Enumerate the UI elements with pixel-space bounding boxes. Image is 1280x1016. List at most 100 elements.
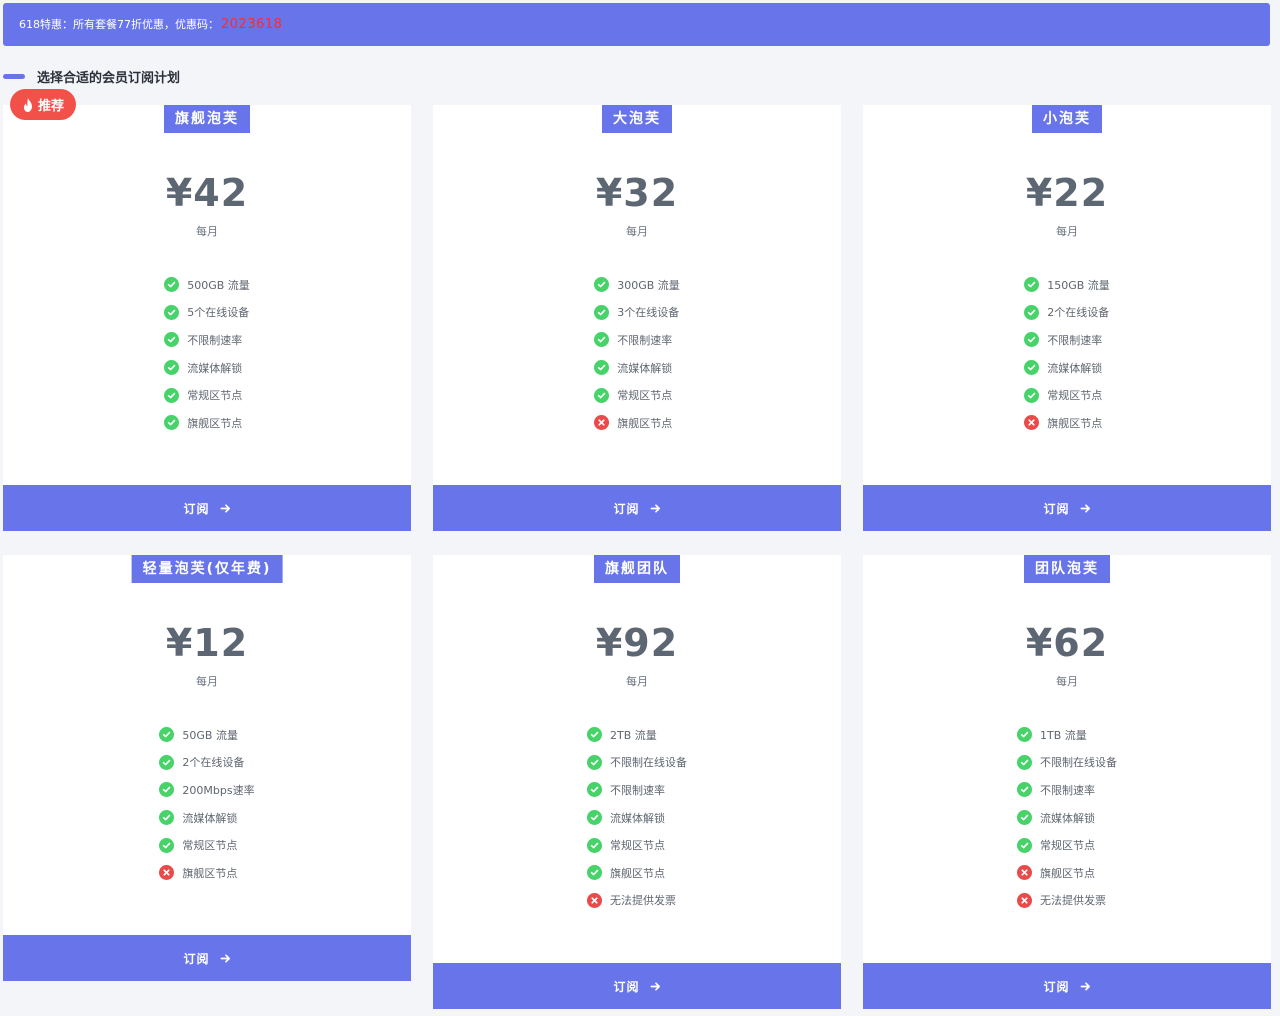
- check-icon: [1024, 360, 1040, 376]
- arrow-right-icon: [220, 953, 230, 963]
- plan-feature: 常规区节点: [594, 381, 680, 409]
- plan-period: 每月: [1056, 675, 1078, 688]
- plan-feature-text: 常规区节点: [1047, 389, 1103, 403]
- plan-feature-text: 不限制在线设备: [1040, 756, 1117, 770]
- check-icon: [594, 304, 610, 320]
- plan-feature-text: 2个在线设备: [182, 756, 245, 770]
- plan-feature: 不限制速率: [594, 326, 680, 354]
- plan-feature: 2TB 流量: [587, 721, 687, 749]
- check-icon: [1017, 727, 1032, 743]
- subscribe-button[interactable]: 订阅: [3, 935, 411, 981]
- plan-name: 旗舰团队: [594, 555, 680, 583]
- check-icon: [164, 277, 180, 293]
- plan-feature-text: 2TB 流量: [610, 728, 657, 742]
- plan-feature: 流媒体解锁: [594, 354, 680, 382]
- plan-feature: 3个在线设备: [594, 299, 680, 327]
- plan-feature-text: 流媒体解锁: [610, 811, 665, 825]
- check-icon: [587, 810, 602, 826]
- plan-feature-text: 流媒体解锁: [1040, 811, 1095, 825]
- plan-feature: 不限制速率: [1024, 326, 1110, 354]
- plan-price: ¥62: [1025, 621, 1109, 665]
- subscribe-button[interactable]: 订阅: [433, 963, 841, 1009]
- check-icon: [164, 332, 180, 348]
- plan-name: 旗舰泡芙: [164, 105, 250, 133]
- plan-name: 大泡芙: [602, 105, 672, 133]
- plan-feature: 不限制速率: [1017, 776, 1117, 804]
- plan-feature: 不限制在线设备: [587, 749, 687, 777]
- plan-feature-text: 常规区节点: [610, 839, 665, 853]
- plan-feature: 2个在线设备: [1024, 299, 1110, 327]
- check-icon: [1024, 277, 1040, 293]
- plan-feature-text: 不限制速率: [617, 333, 673, 347]
- plan-feature: 旗舰区节点: [1017, 859, 1117, 887]
- plan-feature-text: 流媒体解锁: [1047, 361, 1103, 375]
- plan-feature: 流媒体解锁: [164, 354, 250, 382]
- plan-feature: 旗舰区节点: [594, 409, 680, 437]
- check-icon: [164, 387, 180, 403]
- plan-feature-text: 300GB 流量: [617, 278, 680, 292]
- cross-icon: [159, 865, 175, 881]
- plan-feature-text: 旗舰区节点: [187, 416, 243, 430]
- check-icon: [594, 360, 610, 376]
- check-icon: [1017, 810, 1032, 826]
- subscribe-button[interactable]: 订阅: [433, 485, 841, 531]
- plan-feature: 150GB 流量: [1024, 271, 1110, 299]
- plan-feature: 流媒体解锁: [159, 804, 254, 832]
- plan-feature-text: 常规区节点: [1040, 839, 1095, 853]
- plan-name: 团队泡芙: [1024, 555, 1110, 583]
- plan-card: 大泡芙 ¥32 每月 300GB 流量 3个在线设备 不限制速率 流媒体解锁 常…: [433, 105, 841, 531]
- plan-feature: 不限制在线设备: [1017, 749, 1117, 777]
- plan-feature: 无法提供发票: [587, 887, 687, 915]
- plan-feature: 200Mbps速率: [159, 776, 255, 804]
- subscribe-button[interactable]: 订阅: [863, 485, 1271, 531]
- plan-price: ¥12: [165, 621, 249, 665]
- plan-feature: 常规区节点: [1024, 381, 1110, 409]
- plan-period: 每月: [196, 675, 218, 688]
- plan-feature-text: 200Mbps速率: [182, 783, 255, 797]
- plan-feature: 5个在线设备: [164, 299, 250, 327]
- plan-name: 轻量泡芙(仅年费): [131, 555, 283, 583]
- plan-feature-text: 常规区节点: [187, 389, 243, 403]
- plan-feature-text: 不限制在线设备: [610, 756, 687, 770]
- check-icon: [594, 387, 610, 403]
- plan-feature-text: 不限制速率: [610, 783, 665, 797]
- section-heading: 选择合适的会员订阅计划: [37, 70, 181, 86]
- plan-feature-text: 旗舰区节点: [1040, 866, 1095, 880]
- section-title: 选择合适的会员订阅计划: [3, 66, 180, 86]
- plan-feature-text: 不限制速率: [1047, 333, 1103, 347]
- check-icon: [587, 837, 602, 853]
- plan-feature-text: 旗舰区节点: [182, 866, 238, 880]
- cross-icon: [594, 415, 610, 431]
- promo-code: 2023618: [221, 17, 283, 32]
- plan-period: 每月: [626, 675, 648, 688]
- plan-price: ¥32: [595, 171, 679, 215]
- plan-feature-text: 不限制速率: [1040, 783, 1095, 797]
- plan-period: 每月: [1056, 225, 1078, 238]
- plan-feature-text: 无法提供发票: [1040, 894, 1106, 908]
- plan-feature-text: 旗舰区节点: [1047, 416, 1103, 430]
- plan-feature-text: 流媒体解锁: [617, 361, 673, 375]
- plan-feature: 旗舰区节点: [1024, 409, 1110, 437]
- arrow-right-icon: [220, 503, 230, 513]
- plan-feature: 流媒体解锁: [587, 804, 687, 832]
- plan-feature: 流媒体解锁: [1024, 354, 1110, 382]
- subscribe-button[interactable]: 订阅: [3, 485, 411, 531]
- subscribe-button[interactable]: 订阅: [863, 963, 1271, 1009]
- plan-card: 团队泡芙 ¥62 每月 1TB 流量 不限制在线设备 不限制速率 流媒体解锁 常…: [863, 555, 1271, 1009]
- fire-icon: [23, 97, 32, 112]
- subscribe-button-label: 订阅: [613, 979, 640, 994]
- plan-feature: 旗舰区节点: [587, 859, 687, 887]
- plan-feature-text: 1TB 流量: [1040, 728, 1087, 742]
- plan-feature: 不限制速率: [164, 326, 250, 354]
- plan-card: 小泡芙 ¥22 每月 150GB 流量 2个在线设备 不限制速率 流媒体解锁 常…: [863, 105, 1271, 531]
- plan-feature-list: 300GB 流量 3个在线设备 不限制速率 流媒体解锁 常规区节点 旗舰区节点: [433, 271, 841, 437]
- plan-price: ¥22: [1025, 171, 1109, 215]
- check-icon: [159, 782, 175, 798]
- cross-icon: [1017, 892, 1032, 908]
- check-icon: [159, 754, 175, 770]
- subscribe-button-label: 订阅: [1043, 501, 1070, 516]
- check-icon: [1017, 782, 1032, 798]
- plan-feature-text: 无法提供发票: [610, 894, 676, 908]
- plan-feature-list: 1TB 流量 不限制在线设备 不限制速率 流媒体解锁 常规区节点 旗舰区节点 无…: [863, 721, 1271, 914]
- cross-icon: [1017, 865, 1032, 881]
